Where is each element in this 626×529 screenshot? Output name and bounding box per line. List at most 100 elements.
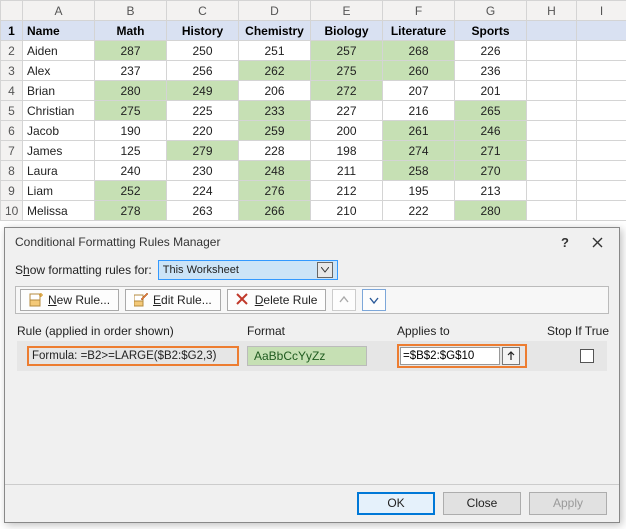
cell[interactable]: Chemistry [239,21,311,41]
cell[interactable]: 278 [95,201,167,221]
cell[interactable]: 260 [383,61,455,81]
cell[interactable]: 287 [95,41,167,61]
cell[interactable]: 236 [455,61,527,81]
cell[interactable]: 263 [167,201,239,221]
cell[interactable]: 246 [455,121,527,141]
cell[interactable]: 258 [383,161,455,181]
cell[interactable]: 125 [95,141,167,161]
move-down-button[interactable] [362,289,386,311]
ok-button[interactable]: OK [357,492,435,515]
cell[interactable]: 274 [383,141,455,161]
cell[interactable]: 261 [383,121,455,141]
cell[interactable]: 270 [455,161,527,181]
cell[interactable]: 271 [455,141,527,161]
cell[interactable]: 228 [239,141,311,161]
row-header[interactable]: 2 [1,41,23,61]
cell[interactable]: 280 [455,201,527,221]
cell[interactable]: 266 [239,201,311,221]
cell[interactable]: 220 [167,121,239,141]
cell[interactable] [577,201,626,221]
cell[interactable]: 190 [95,121,167,141]
apply-button[interactable]: Apply [529,492,607,515]
row-header[interactable]: 4 [1,81,23,101]
cell[interactable]: 201 [455,81,527,101]
cell[interactable] [527,21,577,41]
row-header[interactable]: 7 [1,141,23,161]
cell[interactable] [577,81,626,101]
cell[interactable]: James [23,141,95,161]
cell[interactable]: Melissa [23,201,95,221]
cell[interactable] [527,41,577,61]
cell[interactable]: 206 [239,81,311,101]
range-selector-button[interactable] [502,347,520,365]
cell[interactable] [527,181,577,201]
cell[interactable]: 211 [311,161,383,181]
cell[interactable]: 272 [311,81,383,101]
cell[interactable]: Aiden [23,41,95,61]
dialog-titlebar[interactable]: Conditional Formatting Rules Manager ? [5,228,619,256]
delete-rule-button[interactable]: Delete Rule [227,289,327,311]
cell[interactable]: 200 [311,121,383,141]
table-row[interactable]: 2Aiden287250251257268226 [1,41,626,61]
cell[interactable] [527,201,577,221]
cell[interactable]: 279 [167,141,239,161]
rule-row[interactable]: Formula: =B2>=LARGE($B2:$G2,3) AaBbCcYyZ… [17,341,607,371]
cell[interactable]: 213 [455,181,527,201]
cell[interactable]: Biology [311,21,383,41]
table-row[interactable]: 4Brian280249206272207201 [1,81,626,101]
cell[interactable]: Laura [23,161,95,181]
cell[interactable]: 251 [239,41,311,61]
spreadsheet[interactable]: A B C D E F G H I 1NameMathHistoryChemis… [0,0,626,221]
cell[interactable]: 268 [383,41,455,61]
cell[interactable]: 259 [239,121,311,141]
cell[interactable] [577,101,626,121]
cell[interactable]: 262 [239,61,311,81]
cell[interactable]: 198 [311,141,383,161]
cell[interactable]: 265 [455,101,527,121]
new-rule-button[interactable]: New Rule... [20,289,119,311]
cell[interactable]: 240 [95,161,167,181]
col-header[interactable]: H [527,1,577,21]
table-row[interactable]: 3Alex237256262275260236 [1,61,626,81]
cell[interactable] [577,141,626,161]
cell[interactable]: Liam [23,181,95,201]
cell[interactable]: 257 [311,41,383,61]
table-row[interactable]: 5Christian275225233227216265 [1,101,626,121]
move-up-button[interactable] [332,289,356,311]
cell[interactable]: 275 [95,101,167,121]
close-dialog-button[interactable]: Close [443,492,521,515]
col-header[interactable]: A [23,1,95,21]
cell[interactable]: 210 [311,201,383,221]
close-button[interactable] [581,231,613,253]
row-header[interactable]: 5 [1,101,23,121]
cell[interactable]: 233 [239,101,311,121]
table-header-row[interactable]: 1NameMathHistoryChemistryBiologyLiteratu… [1,21,626,41]
cell[interactable]: 276 [239,181,311,201]
row-header[interactable]: 8 [1,161,23,181]
cell[interactable]: 212 [311,181,383,201]
col-header[interactable]: D [239,1,311,21]
col-header[interactable]: E [311,1,383,21]
cell[interactable] [577,161,626,181]
row-header[interactable]: 3 [1,61,23,81]
column-header-row[interactable]: A B C D E F G H I [1,1,626,21]
row-header[interactable]: 6 [1,121,23,141]
col-header[interactable]: F [383,1,455,21]
cell[interactable]: 237 [95,61,167,81]
col-header[interactable]: C [167,1,239,21]
cell[interactable] [577,61,626,81]
cell[interactable]: Alex [23,61,95,81]
cell[interactable] [527,61,577,81]
cell[interactable]: 250 [167,41,239,61]
cell[interactable]: Jacob [23,121,95,141]
row-header[interactable]: 10 [1,201,23,221]
cell[interactable]: Christian [23,101,95,121]
cell[interactable]: 249 [167,81,239,101]
cell[interactable]: 248 [239,161,311,181]
cell[interactable]: 227 [311,101,383,121]
cell[interactable] [577,41,626,61]
select-all-corner[interactable] [1,1,23,21]
cell[interactable]: 230 [167,161,239,181]
cell[interactable]: 275 [311,61,383,81]
cell[interactable]: Literature [383,21,455,41]
